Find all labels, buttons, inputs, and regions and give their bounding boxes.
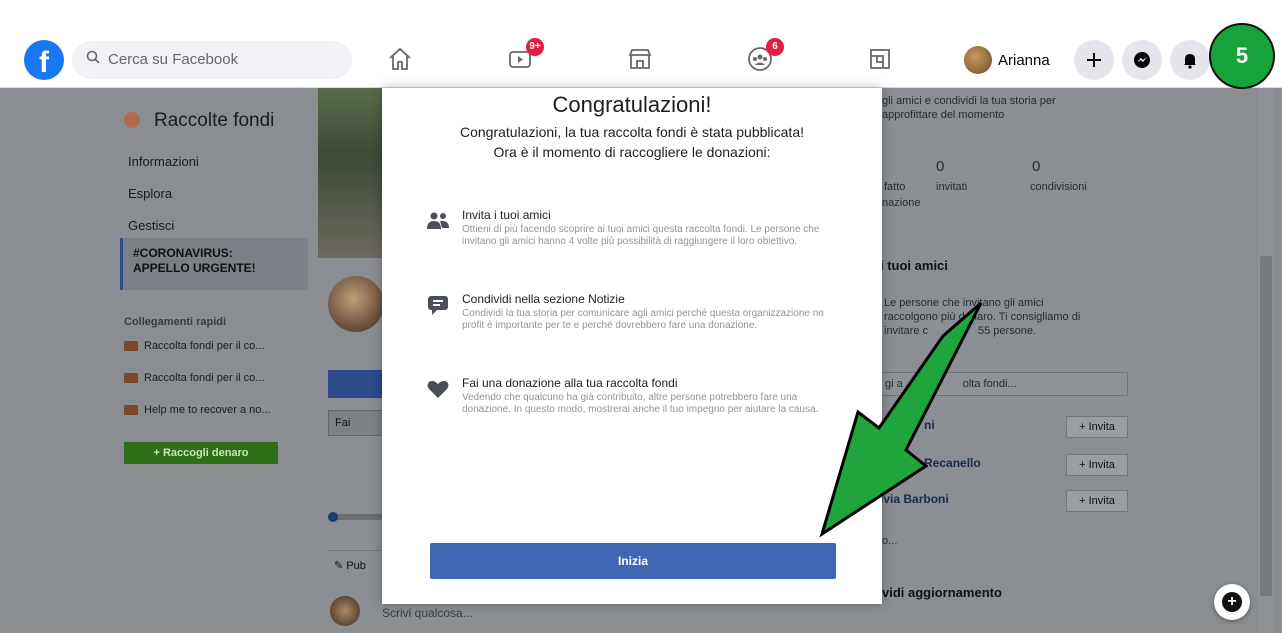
annotation-arrow bbox=[819, 301, 983, 538]
